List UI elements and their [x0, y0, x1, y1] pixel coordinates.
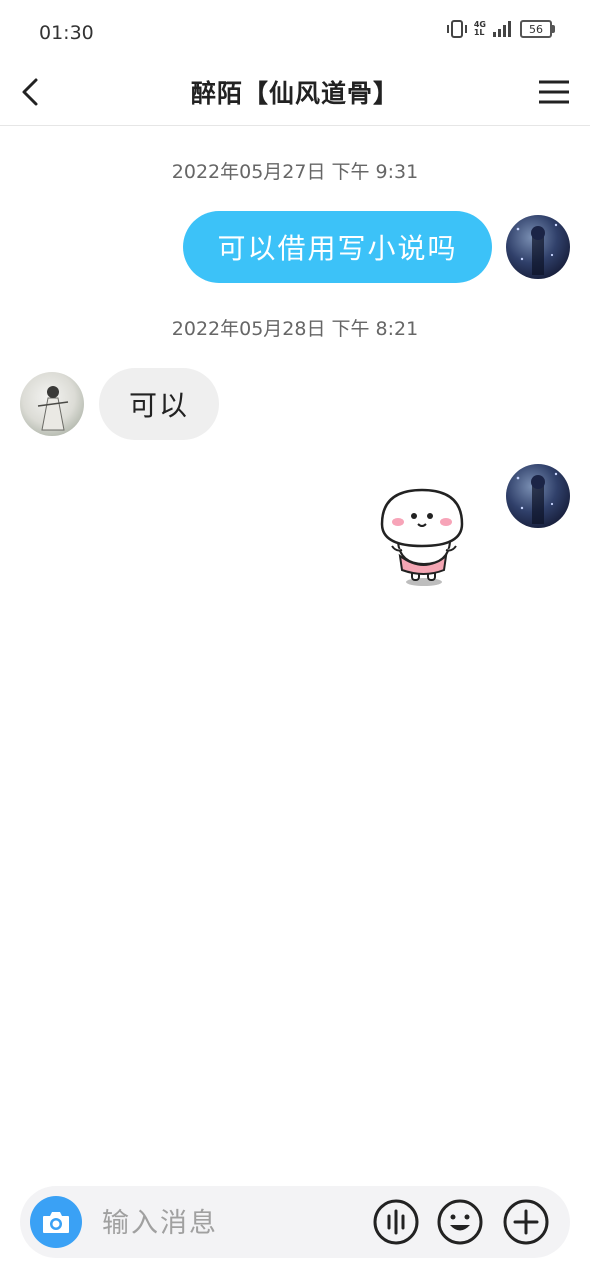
- message-input-bar: [20, 1186, 570, 1258]
- battery-icon: 56: [520, 20, 555, 38]
- camera-button[interactable]: [30, 1196, 82, 1248]
- portrait-image: [516, 223, 558, 275]
- hamburger-menu-icon[interactable]: [538, 78, 570, 106]
- plus-icon[interactable]: [502, 1198, 550, 1246]
- smiling-dumpling-sticker[interactable]: [378, 486, 468, 588]
- chat-header: 醉陌【仙风道骨】: [0, 64, 590, 126]
- outgoing-message-bubble[interactable]: 可以借用写小说吗: [183, 211, 492, 283]
- chat-title: 醉陌【仙风道骨】: [190, 79, 399, 108]
- camera-icon: [43, 1212, 69, 1233]
- message-timestamp: 2022年05月28日 下午 8:21: [171, 318, 419, 340]
- emoji-icon[interactable]: [436, 1198, 484, 1246]
- signal-icon: [493, 21, 511, 37]
- incoming-message-bubble[interactable]: 可以: [99, 368, 219, 440]
- vibrate-icon: [446, 20, 467, 38]
- status-icons: 4G 1L 56: [446, 20, 555, 38]
- network-type-label: 4G 1L: [473, 20, 486, 37]
- voice-wave-icon[interactable]: [372, 1198, 420, 1246]
- status-bar: 01:30 4G 1L 56: [0, 0, 590, 64]
- my-avatar[interactable]: [506, 464, 570, 528]
- portrait-image: [516, 472, 558, 524]
- message-timestamp: 2022年05月27日 下午 9:31: [171, 161, 419, 183]
- message-input[interactable]: [100, 1200, 364, 1246]
- portrait-image: [37, 386, 69, 431]
- contact-avatar[interactable]: [20, 372, 84, 436]
- my-avatar[interactable]: [506, 215, 570, 279]
- status-time: 01:30: [39, 22, 94, 44]
